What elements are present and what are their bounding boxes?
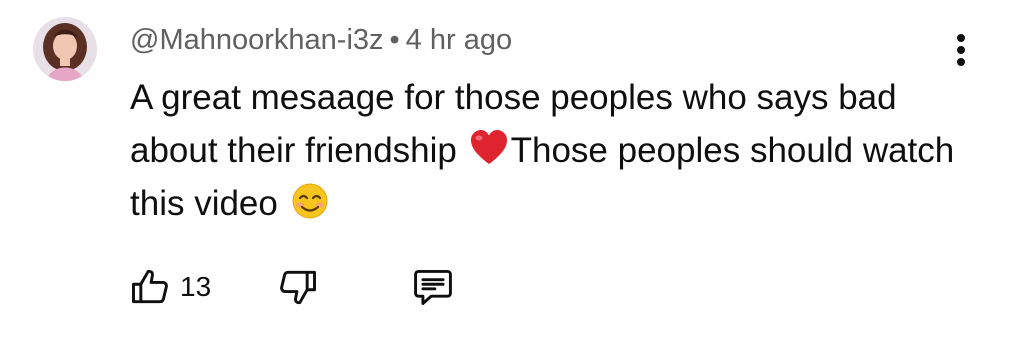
comment-card: @Mahnoorkhan-i3z • 4 hr ago A great mesaag… [0, 0, 1024, 338]
comment-timestamp[interactable]: 4 hr ago [406, 24, 512, 56]
smiling-face-emoji [292, 183, 328, 219]
thumbs-up-icon [132, 269, 168, 304]
thumbs-down-icon [280, 270, 316, 305]
more-options-button[interactable] [944, 28, 978, 72]
like-count: 13 [180, 271, 212, 302]
avatar-image [33, 17, 97, 81]
red-heart-emoji [470, 130, 507, 164]
avatar[interactable] [33, 17, 97, 81]
reply-comment-icon [414, 269, 452, 305]
author-name[interactable]: @Mahnoorkhan-i3z [130, 24, 384, 56]
dislike-button[interactable] [276, 262, 320, 312]
more-vertical-icon [957, 34, 965, 66]
meta-separator: • [389, 24, 400, 56]
comment-meta: @Mahnoorkhan-i3z • 4 hr ago [130, 22, 512, 58]
comment-text: A great mesaage for those peoples who sa… [130, 71, 960, 230]
reply-button[interactable] [411, 262, 455, 312]
like-button[interactable]: 13 [128, 262, 211, 312]
comment-actions: 13 [128, 262, 488, 312]
